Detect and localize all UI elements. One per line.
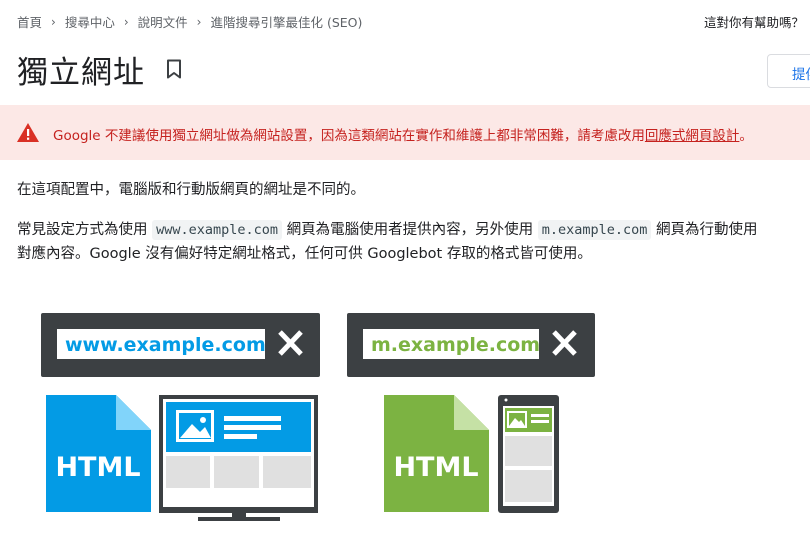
paragraph-config: 在這項配置中，電腦版和行動版網頁的網址是不同的。 — [17, 182, 365, 198]
desktop-html-file-icon: HTML — [46, 395, 151, 512]
warning-brand: Google — [53, 128, 101, 144]
page-title: 獨立網址 — [17, 55, 145, 91]
responsive-design-link[interactable]: 回應式網頁設計 — [645, 128, 740, 144]
bookmark-icon[interactable] — [165, 59, 183, 79]
chevron-right-icon: › — [123, 14, 129, 29]
breadcrumb-item-search-central[interactable]: 搜尋中心 — [65, 12, 115, 31]
chevron-right-icon: › — [51, 14, 56, 29]
desktop-url-bar: www.example.com — [41, 313, 320, 377]
warning-icon — [16, 122, 40, 143]
helpful-prompt: 這對你有幫助嗎？ — [703, 15, 804, 30]
paragraph-setup: 常見設定方式為使用 www.example.com 網頁為電腦使用者提供內容，另… — [17, 218, 758, 266]
mobile-url-text: m.example.com — [371, 334, 540, 356]
paragraph-setup-line2: 對應內容。Google 沒有偏好特定網址格式，任何可供 Googlebot 存取… — [17, 246, 592, 262]
paragraph-setup-part1: 常見設定方式為使用 — [17, 222, 153, 238]
paragraph-setup-part3: 網頁為行動使用 — [651, 222, 758, 238]
mobile-html-file-icon: HTML — [384, 395, 489, 512]
breadcrumb-item-home[interactable]: 首頁 — [17, 12, 42, 31]
separate-urls-illustration: www.example.com m.example.com HTML HTML — [41, 313, 595, 521]
feedback-button[interactable]: 提供 — [767, 54, 810, 88]
warning-text: Google 不建議使用獨立網址做為網站設置，因為這類網站在實作和維護上都非常困… — [53, 124, 753, 144]
warning-banner: Google 不建議使用獨立網址做為網站設置，因為這類網站在實作和維護上都非常困… — [0, 105, 810, 160]
breadcrumb: 首頁 › 搜尋中心 › 說明文件 › 進階搜尋引擎最佳化 (SEO) — [17, 12, 362, 31]
desktop-file-label: HTML — [55, 452, 140, 483]
warning-end: 。 — [739, 128, 753, 144]
mobile-file-label: HTML — [393, 452, 478, 483]
code-desktop-url: www.example.com — [152, 220, 283, 240]
chevron-right-icon: › — [196, 14, 202, 29]
breadcrumb-item-documentation[interactable]: 說明文件 — [138, 12, 188, 31]
desktop-url-text: www.example.com — [65, 334, 266, 356]
warning-message: 不建議使用獨立網址做為網站設置，因為這類網站在實作和維護上都非常困難，請考慮改用 — [100, 128, 645, 144]
mobile-url-bar: m.example.com — [347, 313, 595, 377]
desktop-monitor-icon — [159, 395, 318, 521]
paragraph-setup-part2: 網頁為電腦使用者提供內容，另外使用 — [282, 222, 538, 238]
mobile-phone-icon — [498, 395, 559, 513]
code-mobile-url: m.example.com — [537, 220, 652, 240]
breadcrumb-item-advanced-seo[interactable]: 進階搜尋引擎最佳化 (SEO) — [210, 12, 362, 31]
